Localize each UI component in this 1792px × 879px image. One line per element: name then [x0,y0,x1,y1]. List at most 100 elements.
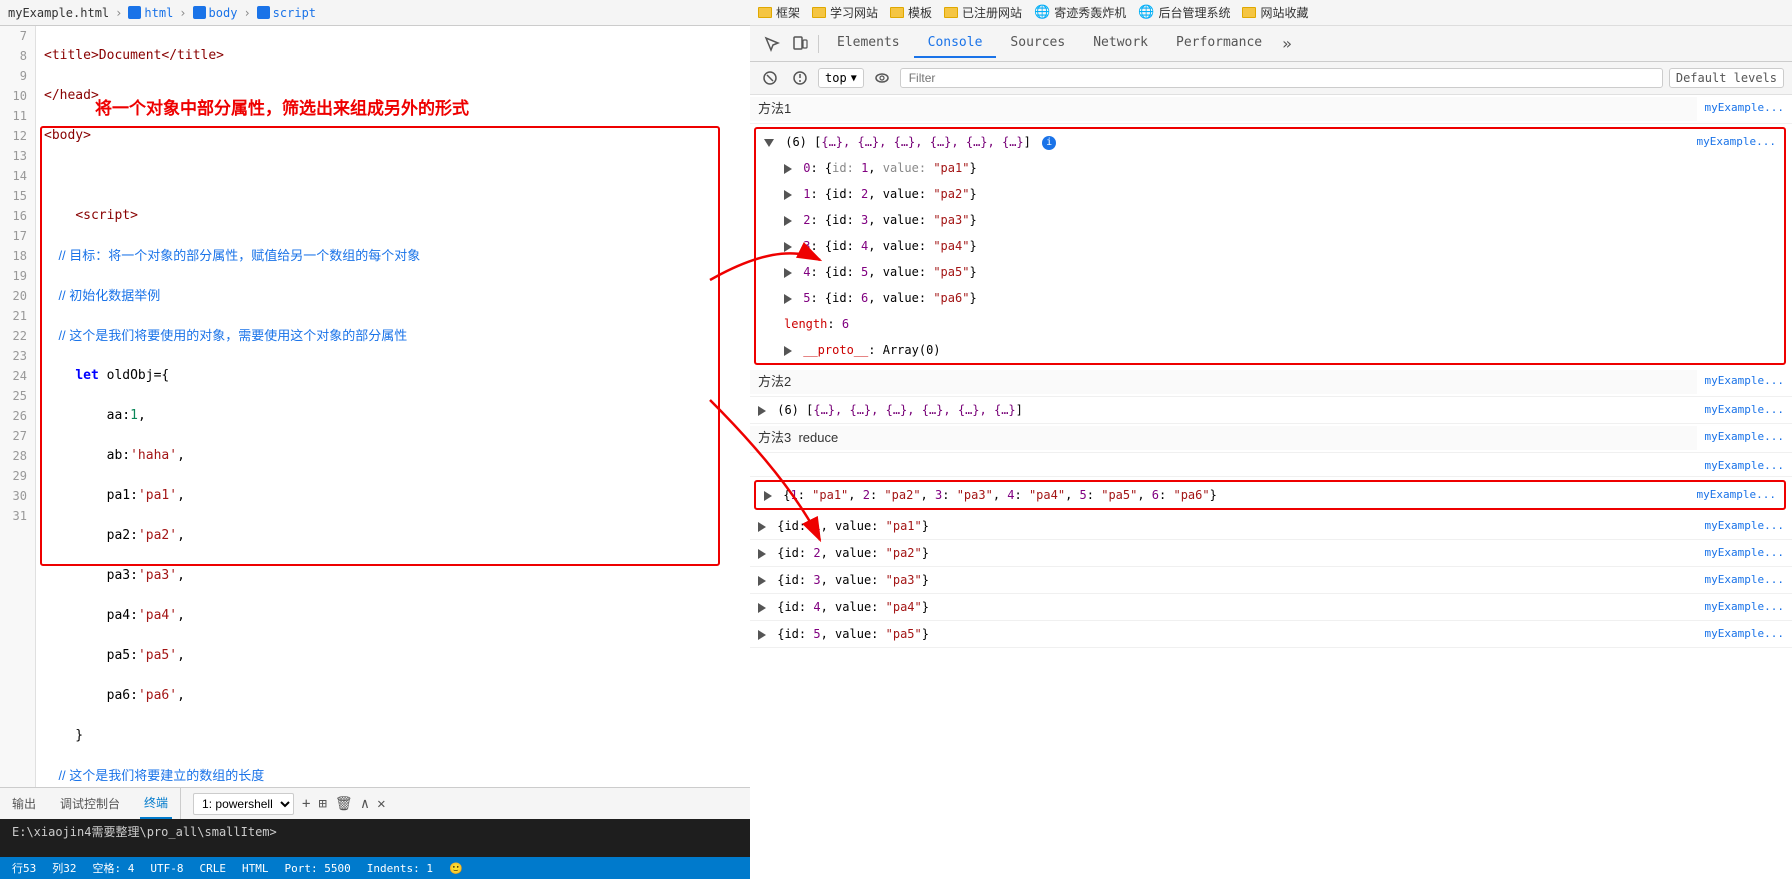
objitem4-expand[interactable] [758,603,766,613]
tab-network[interactable]: Network [1079,29,1162,58]
cube-icon3 [257,6,270,19]
add-terminal-btn[interactable]: + [302,796,310,812]
up-terminal-btn[interactable]: ∧ [361,796,369,812]
tab-output[interactable]: 输出 [8,789,40,818]
objitem2-expand[interactable] [758,549,766,559]
item4-content: 4: {id: 5, value: "pa5"} [776,261,1784,283]
array-item-2: 2: {id: 3, value: "pa3"} [776,207,1784,233]
tab-performance[interactable]: Performance [1162,29,1276,58]
bookmark-houtai[interactable]: 🌐 后台管理系统 [1138,4,1230,21]
obj-val5: "pa5" [1101,488,1137,502]
obj-item-5-source[interactable]: myExample... [1697,623,1792,642]
tab-console[interactable]: Console [914,29,997,58]
item3-expand[interactable] [784,242,792,252]
devtools-panel: 框架 学习网站 模板 已注册网站 🌐 寄迹秀轰炸机 🌐 后台管理系统 [750,0,1792,879]
method2-content: (6) [{…}, {…}, {…}, {…}, {…}, {…}] [750,399,1697,421]
highlighted-object-content: {1: "pa1", 2: "pa2", 3: "pa3", 4: "pa4",… [756,484,1689,506]
method2-text: (6) [ [777,403,813,417]
split-terminal-btn[interactable]: ⊞ [318,796,326,812]
tab-elements[interactable]: Elements [823,29,914,58]
array-source[interactable]: myExample... [1689,131,1784,150]
obj-val2: "pa2" [884,488,920,502]
bookmark-kuangjia[interactable]: 框架 [758,4,800,21]
objitem1-expand[interactable] [758,522,766,532]
item4-expand[interactable] [784,268,792,278]
cube-icon2 [193,6,206,19]
code-line-14: // 这个是我们将要使用的对象，需要使用这个对象的部分属性 [44,326,742,346]
length-val: 6 [842,317,849,331]
info-icon[interactable]: i [1042,136,1056,150]
smiley-icon: 🙂 [449,862,463,875]
item2-expand[interactable] [784,216,792,226]
item0-expand[interactable] [784,164,792,174]
context-selector[interactable]: top ▼ [818,68,864,88]
item0-valval: "pa1" [933,161,969,175]
obj-item-row-1: {id: 1, value: "pa1"} myExample... [750,513,1792,540]
close-terminal-btn[interactable]: ✕ [377,796,385,812]
pre-object-source[interactable]: myExample... [1697,455,1792,474]
obj-item-3-source[interactable]: myExample... [1697,569,1792,588]
line-numbers: 7891011 1213141516 1718192021 2223242526… [0,26,36,787]
code-line-10 [44,166,742,186]
array-summary-close: ] [1024,135,1031,149]
item0-comma: , [868,161,882,175]
obj-item-2-source[interactable]: myExample... [1697,542,1792,561]
bookmark-label5: 寄迹秀轰炸机 [1054,4,1126,21]
obj-expand[interactable] [764,491,772,501]
delete-terminal-btn[interactable]: 🗑 [335,796,353,812]
pause-btn[interactable] [788,66,812,90]
folder-icon2 [812,7,826,18]
context-label: top [825,71,847,85]
tab-debug-console[interactable]: 调试控制台 [56,789,124,818]
pre-object-row: myExample... [750,453,1792,477]
bookmark-yizhu[interactable]: 已注册网站 [944,4,1022,21]
code-line-24: } [44,726,742,746]
bookmark-bar: 框架 学习网站 模板 已注册网站 🌐 寄迹秀轰炸机 🌐 后台管理系统 [750,0,1792,26]
objitem5-expand[interactable] [758,630,766,640]
obj-item-4-source[interactable]: myExample... [1697,596,1792,615]
tab-terminal[interactable]: 终端 [140,788,172,819]
section2-source[interactable]: myExample... [1697,370,1792,389]
breadcrumb-script: script [257,6,316,20]
obj-val3: "pa3" [957,488,993,502]
code-line-12: // 目标：将一个对象的部分属性，赋值给另一个数组的每个对象 [44,246,742,266]
eye-icon-btn[interactable] [870,66,894,90]
default-levels-btn[interactable]: Default levels [1669,68,1784,88]
main-layout: myExample.html › html › body › script 将一… [0,0,1792,879]
array-item-1: 1: {id: 2, value: "pa2"} [776,181,1784,207]
code-line-19: pa2:'pa2', [44,526,742,546]
bookmark-moban[interactable]: 模板 [890,4,932,21]
section1-source[interactable]: myExample... [1697,97,1792,116]
bookmark-wangzhan[interactable]: 网站收藏 [1242,4,1308,21]
obj-item-1-source[interactable]: myExample... [1697,515,1792,534]
bookmark-jiji[interactable]: 🌐 寄迹秀轰炸机 [1034,4,1126,21]
section3-source[interactable]: myExample... [1697,426,1792,445]
obj-key1: 1 [790,488,797,502]
method2-expand[interactable] [758,406,766,416]
method2-source[interactable]: myExample... [1697,399,1792,418]
expanded-array-box: (6) [{…}, {…}, {…}, {…}, {…}, {…}] i myE… [754,127,1786,365]
console-output: 方法1 myExample... (6) [{…}, {…}, {…}, {…}… [750,95,1792,879]
more-tabs-btn[interactable]: » [1276,34,1298,53]
terminal-area: E:\xiaojin4需要整理\pro_all\smallItem> [0,819,750,857]
device-icon-btn[interactable] [786,30,814,58]
terminal-path: E:\xiaojin4需要整理\pro_all\smallItem> [12,825,277,839]
shell-selector[interactable]: 1: powershell [193,793,294,815]
objitem3-expand[interactable] [758,576,766,586]
status-port: Port: 5500 [285,862,351,875]
expand-collapse-btn[interactable] [764,139,774,147]
tab-sources[interactable]: Sources [996,29,1079,58]
code-line-21: pa4:'pa4', [44,606,742,626]
item1-expand[interactable] [784,190,792,200]
item5-expand[interactable] [784,294,792,304]
clear-console-btn[interactable] [758,66,782,90]
cursor-icon-btn[interactable] [758,30,786,58]
bookmark-xuexiwangzhan[interactable]: 学习网站 [812,4,878,21]
section3-label: 方法3 reduce [750,426,1697,450]
obj-source[interactable]: myExample... [1689,484,1784,503]
code-lines: 7891011 1213141516 1718192021 2223242526… [0,26,750,787]
filter-input[interactable] [900,68,1663,88]
proto-expand[interactable] [784,346,792,356]
code-line-8: </head> [44,86,742,106]
status-line: 行53 [12,860,36,876]
